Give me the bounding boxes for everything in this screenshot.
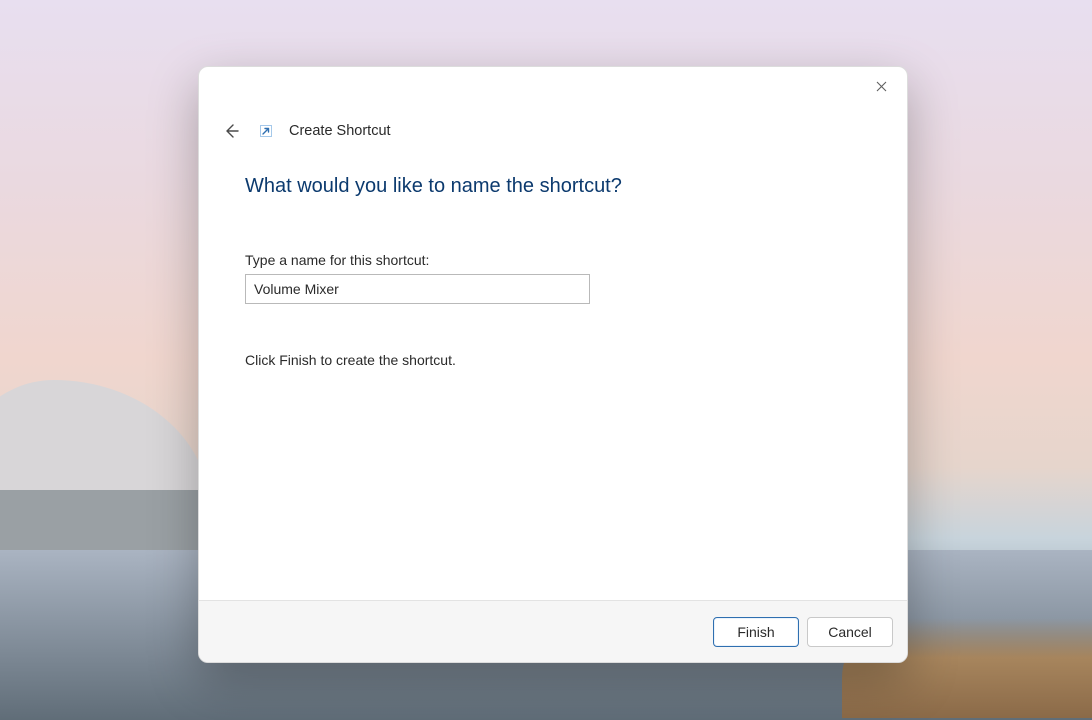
dialog-header: Create Shortcut: [199, 119, 907, 143]
shortcut-name-input[interactable]: [245, 274, 590, 304]
close-icon: [876, 81, 887, 92]
close-button[interactable]: [859, 71, 903, 101]
dialog-footer: Finish Cancel: [199, 600, 907, 662]
dialog-title: Create Shortcut: [289, 123, 391, 139]
dialog-content: What would you like to name the shortcut…: [199, 143, 907, 600]
background-mountain: [0, 380, 210, 540]
shortcut-arrow-icon: [259, 124, 273, 138]
hint-text: Click Finish to create the shortcut.: [245, 352, 861, 368]
cancel-button[interactable]: Cancel: [807, 617, 893, 647]
back-button[interactable]: [219, 119, 243, 143]
finish-button[interactable]: Finish: [713, 617, 799, 647]
titlebar: [199, 67, 907, 111]
back-arrow-icon: [222, 122, 240, 140]
page-heading: What would you like to name the shortcut…: [245, 175, 861, 198]
create-shortcut-dialog: Create Shortcut What would you like to n…: [198, 66, 908, 663]
name-field-label: Type a name for this shortcut:: [245, 252, 861, 268]
